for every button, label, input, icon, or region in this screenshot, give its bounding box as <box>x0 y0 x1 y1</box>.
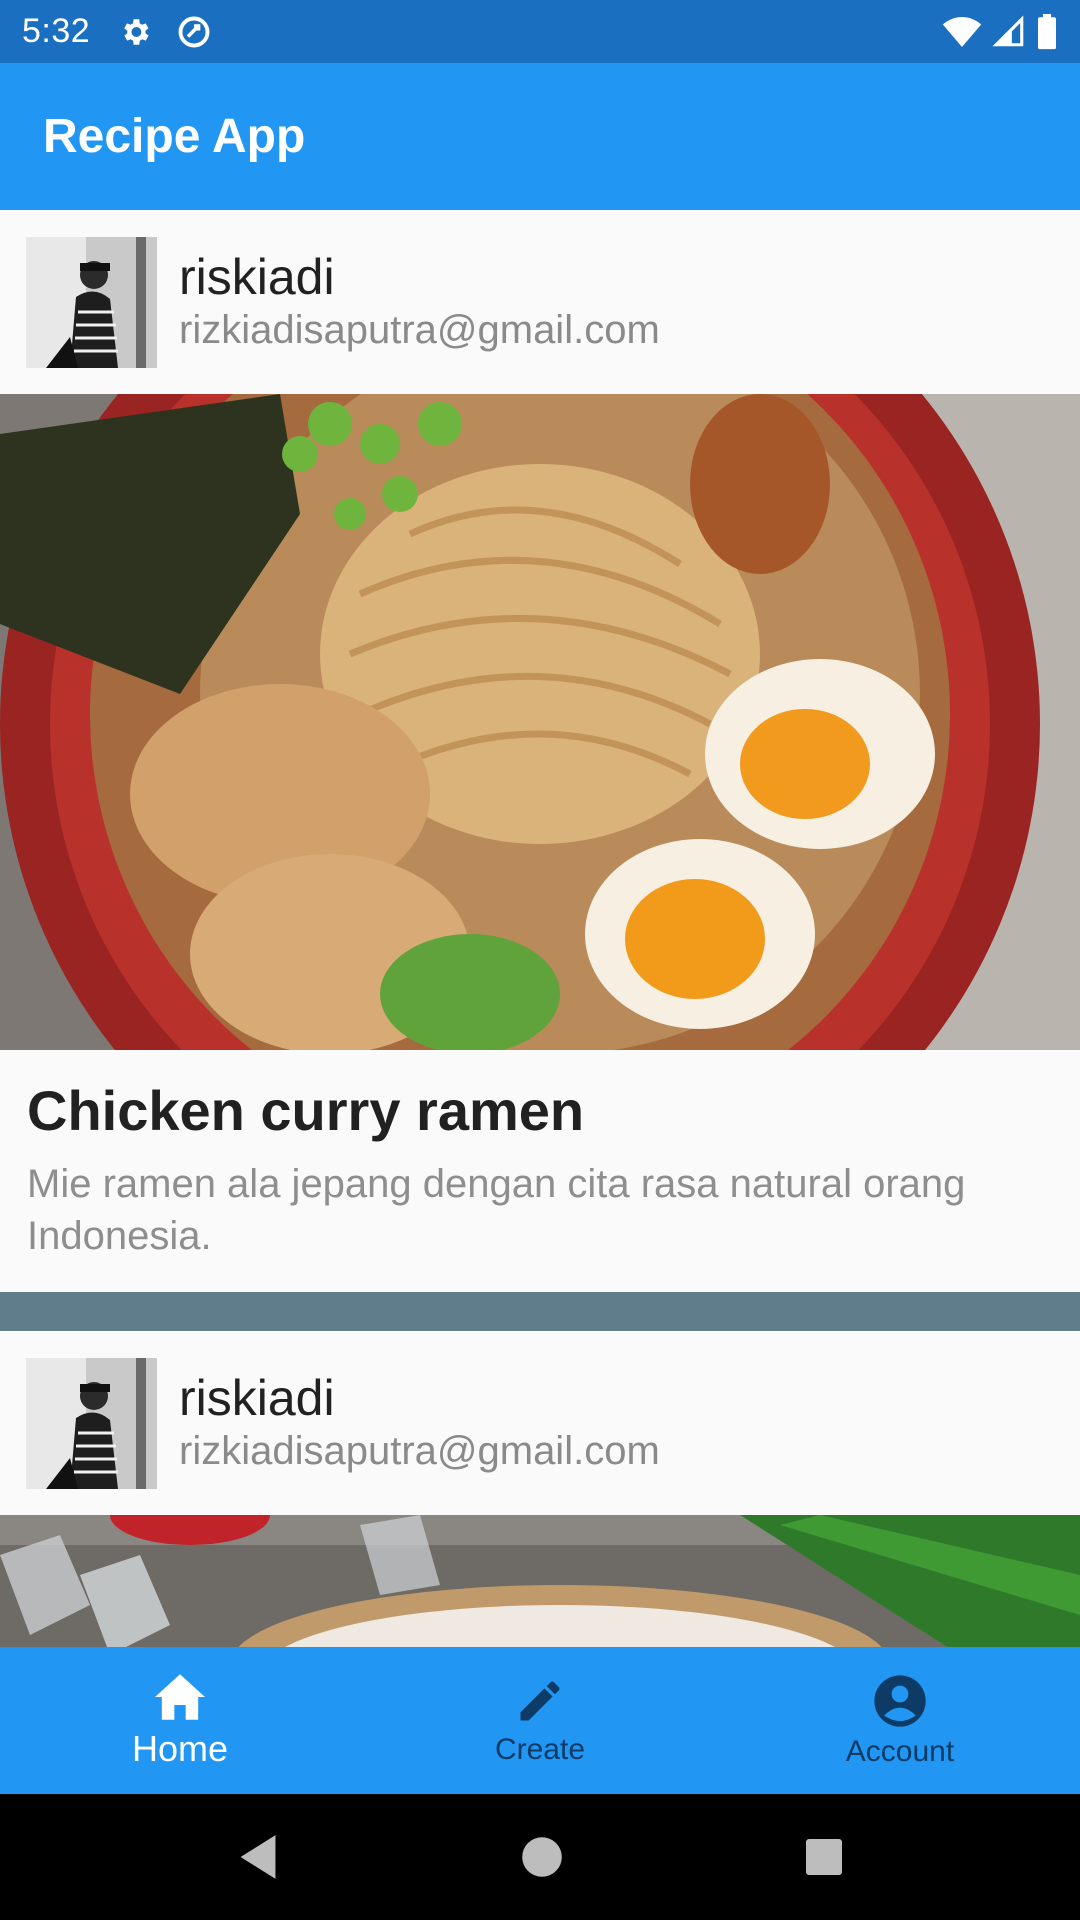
system-nav-bar <box>0 1794 1080 1920</box>
avatar <box>26 236 157 368</box>
author-name: riskiadi <box>179 1370 335 1426</box>
bottom-nav: Home Create Account <box>0 1647 1080 1794</box>
author-text: riskiadi rizkiadisaputra@gmail.com <box>179 1370 660 1476</box>
app-title: Recipe App <box>43 110 306 163</box>
battery-icon <box>1038 13 1056 49</box>
app-bar: Recipe App <box>0 63 1080 210</box>
signal-icon <box>992 14 1024 46</box>
home-icon <box>155 1673 205 1720</box>
back-icon[interactable] <box>236 1833 280 1881</box>
status-bar: 5:32 <box>0 0 1080 63</box>
recipe-image[interactable] <box>0 1515 1080 1647</box>
status-left-icons <box>118 14 212 50</box>
account-icon <box>874 1674 926 1727</box>
nav-item-account[interactable]: Account <box>720 1647 1080 1794</box>
nav-label-home: Home <box>131 1727 229 1769</box>
avatar <box>26 1357 157 1489</box>
status-right-icons <box>942 13 1058 50</box>
gear-icon <box>124 18 149 45</box>
sync-icon <box>178 16 210 47</box>
post-divider <box>0 1292 1080 1331</box>
author-row[interactable]: riskiadi rizkiadisaputra@gmail.com <box>0 1331 1080 1515</box>
author-email: rizkiadisaputra@gmail.com <box>179 1429 660 1473</box>
wifi-icon <box>942 16 982 47</box>
nav-item-home[interactable]: Home <box>0 1647 360 1794</box>
nav-item-create[interactable]: Create <box>360 1647 720 1794</box>
status-time: 5:32 <box>22 12 91 50</box>
recipe-image[interactable] <box>0 394 1080 1050</box>
recents-icon[interactable] <box>804 1837 844 1877</box>
home-circle-icon[interactable] <box>520 1835 564 1879</box>
recipe-title: Chicken curry ramen <box>27 1079 585 1142</box>
nav-label-create: Create <box>494 1732 586 1766</box>
recipe-info[interactable]: Chicken curry ramen Mie ramen ala jepang… <box>0 1050 1080 1292</box>
recipe-feed[interactable]: riskiadi rizkiadisaputra@gmail.com Chick… <box>0 210 1080 1647</box>
author-email: rizkiadisaputra@gmail.com <box>179 308 660 352</box>
author-text: riskiadi rizkiadisaputra@gmail.com <box>179 249 660 355</box>
pencil-icon <box>520 1680 560 1720</box>
recipe-description: Mie ramen ala jepang dengan cita rasa na… <box>27 1162 966 1258</box>
nav-label-account: Account <box>845 1734 955 1768</box>
author-row[interactable]: riskiadi rizkiadisaputra@gmail.com <box>0 210 1080 394</box>
screen: 5:32 Recipe App riskiadi rizkiadisaputra… <box>0 0 1080 1920</box>
author-name: riskiadi <box>179 249 335 305</box>
